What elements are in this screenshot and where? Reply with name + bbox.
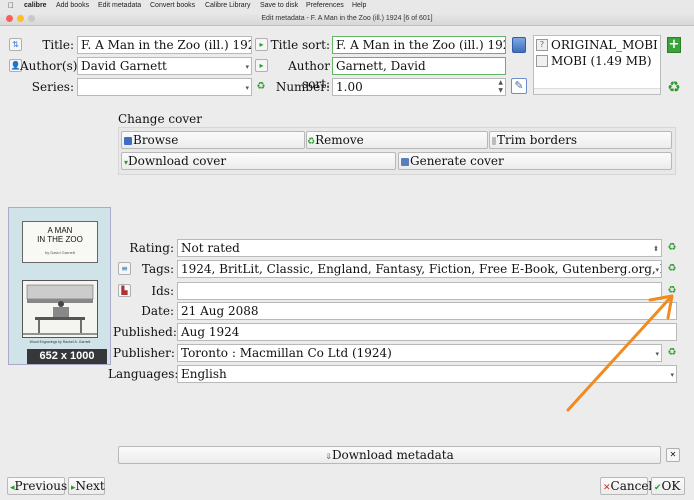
cancel-label: Cancel <box>610 479 653 493</box>
previous-label: Previous <box>14 479 68 493</box>
next-label: Next <box>75 479 105 493</box>
cancel-button[interactable]: ✕Cancel <box>600 477 652 495</box>
configure-download-icon[interactable]: ✕ <box>666 448 680 462</box>
download-metadata-label: Download metadata <box>331 448 454 462</box>
ok-label: OK <box>661 479 681 493</box>
cancel-x-icon: ✕ <box>603 483 611 493</box>
download-icon: ⇓ <box>325 452 332 461</box>
ok-check-icon: ✔ <box>654 483 662 493</box>
next-button[interactable]: ▸Next <box>68 477 105 495</box>
ok-button[interactable]: ✔OK <box>651 477 685 495</box>
download-metadata-button[interactable]: ⇓Download metadata <box>118 446 661 464</box>
previous-button[interactable]: ◂Previous <box>7 477 68 495</box>
annotation-arrow <box>566 294 674 412</box>
